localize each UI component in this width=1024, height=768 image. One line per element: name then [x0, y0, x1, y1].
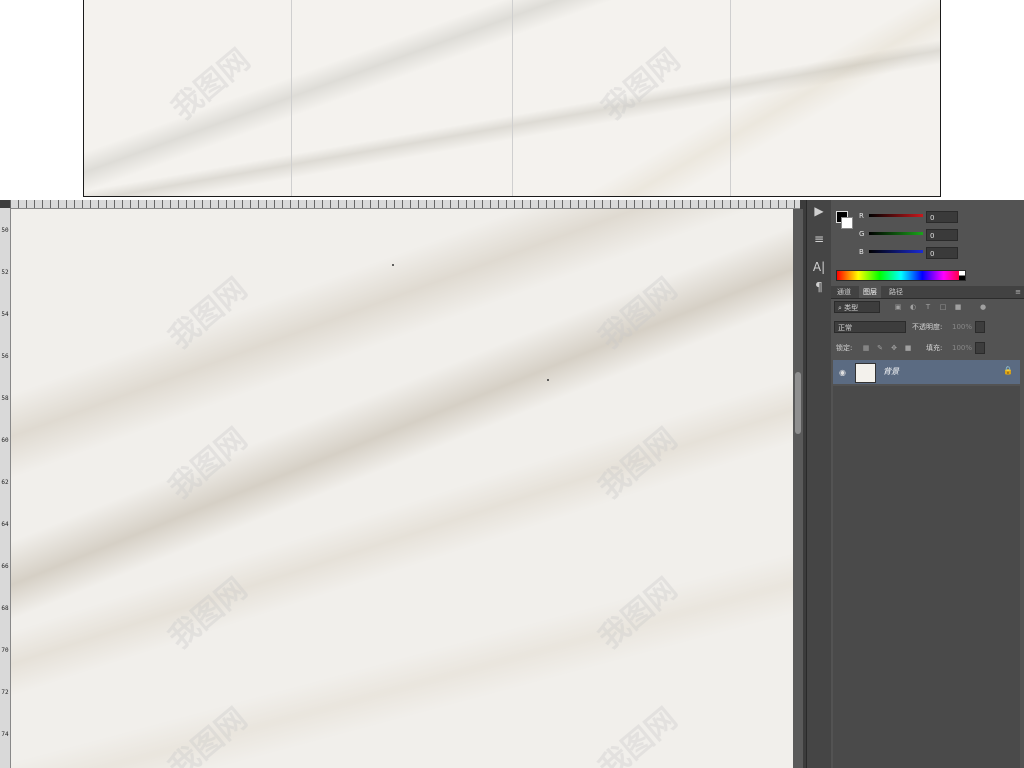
- pixel-filter-icon[interactable]: ▣: [894, 303, 902, 311]
- canvas-speck: [547, 379, 549, 381]
- filter-toggle-icon[interactable]: ●: [979, 303, 987, 311]
- ruler-tick: 56: [1, 353, 9, 360]
- ruler-tick: 66: [1, 563, 9, 570]
- ruler-tick: 58: [1, 395, 9, 402]
- adjustments-icon[interactable]: ≡: [810, 230, 828, 248]
- layer-lock-icon: 🔒: [1003, 366, 1013, 375]
- ruler-tick: 72: [1, 689, 9, 696]
- ruler-tick: 60: [1, 437, 9, 444]
- filter-kind-select[interactable]: ⌕ 类型: [834, 301, 880, 313]
- ruler-tick: 68: [1, 605, 9, 612]
- green-value-input[interactable]: 0: [926, 229, 958, 241]
- fill-value[interactable]: 100%: [952, 342, 972, 354]
- layers-panel-tabs: 通道 图层 路径 ≡: [831, 286, 1024, 299]
- lock-transparent-icon[interactable]: ▦: [862, 344, 870, 352]
- ruler-tick: 52: [1, 269, 9, 276]
- fill-dropdown[interactable]: [975, 342, 985, 354]
- fill-label: 填充:: [926, 344, 943, 352]
- lock-brush-icon[interactable]: ✎: [876, 344, 884, 352]
- watermark: 我图网: [592, 421, 684, 507]
- watermark: 我图网: [165, 42, 257, 128]
- document-canvas[interactable]: 我图网 我图网 我图网 我图网 我图网 我图网 我图网 我图网: [11, 209, 793, 768]
- opacity-label: 不透明度:: [912, 323, 943, 331]
- black-white-swatch[interactable]: [959, 271, 965, 280]
- watermark: 我图网: [592, 701, 684, 768]
- panel-menu-icon[interactable]: ≡: [1015, 288, 1021, 296]
- watermark: 我图网: [595, 42, 687, 128]
- panel-dock-strip: ▶ ≡ A| ¶: [806, 200, 832, 768]
- watermark: 我图网: [162, 271, 254, 357]
- watermark: 我图网: [592, 571, 684, 657]
- watermark: 我图网: [162, 571, 254, 657]
- lock-label: 锁定:: [836, 344, 853, 352]
- blend-row: 正常 不透明度: 100%: [834, 321, 1020, 335]
- canvas-speck: [392, 264, 394, 266]
- opacity-value[interactable]: 100%: [952, 321, 972, 333]
- adjustment-filter-icon[interactable]: ◐: [909, 303, 917, 311]
- panel-divider: [291, 0, 292, 196]
- green-slider[interactable]: [869, 232, 923, 235]
- watermark: 我图网: [162, 701, 254, 768]
- lock-move-icon[interactable]: ✥: [890, 344, 898, 352]
- vertical-scrollbar[interactable]: [793, 209, 803, 768]
- opacity-dropdown[interactable]: [975, 321, 985, 333]
- background-color-swatch[interactable]: [841, 217, 853, 229]
- tab-paths[interactable]: 路径: [885, 286, 907, 298]
- filter-kind-value: 类型: [844, 304, 859, 312]
- ruler-tick: 62: [1, 479, 9, 486]
- visibility-eye-icon[interactable]: ◉: [839, 368, 846, 377]
- right-panels: R 0 G 0 B 0 通道 图层 路径 ≡ ⌕ 类型 ▣ ◐ T □ ■ ● …: [831, 200, 1024, 768]
- lock-all-icon[interactable]: ■: [904, 344, 912, 352]
- ruler-tick: 50: [1, 227, 9, 234]
- paragraph-icon[interactable]: ¶: [810, 278, 828, 296]
- panel-divider: [512, 0, 513, 196]
- lock-row: 锁定: ▦ ✎ ✥ ■ 填充: 100%: [834, 342, 1020, 356]
- photoshop-window: 50 52 54 56 58 60 62 64 66 68 70 72 74 我…: [0, 200, 1024, 768]
- blue-slider[interactable]: [869, 250, 923, 253]
- watermark: 我图网: [592, 271, 684, 357]
- channel-label-r: R: [859, 212, 864, 220]
- panel-divider: [730, 0, 731, 196]
- red-slider[interactable]: [869, 214, 923, 217]
- layers-list-empty-area: [833, 386, 1020, 768]
- type-filter-icon[interactable]: T: [924, 303, 932, 311]
- ruler-tick: 74: [1, 731, 9, 738]
- blend-mode-select[interactable]: 正常: [834, 321, 906, 333]
- layer-row[interactable]: ◉ 背景 🔒: [833, 360, 1020, 384]
- vertical-ruler: 50 52 54 56 58 60 62 64 66 68 70 72 74: [0, 208, 11, 768]
- layer-thumbnail: [855, 363, 876, 383]
- tab-channels[interactable]: 通道: [833, 286, 855, 298]
- horizontal-ruler: [10, 200, 800, 209]
- scrollbar-thumb[interactable]: [795, 372, 801, 434]
- preview-image: 我图网 我图网: [83, 0, 941, 197]
- red-value-input[interactable]: 0: [926, 211, 958, 223]
- blue-value-input[interactable]: 0: [926, 247, 958, 259]
- shape-filter-icon[interactable]: □: [939, 303, 947, 311]
- ruler-tick: 54: [1, 311, 9, 318]
- layer-filter-row: ⌕ 类型 ▣ ◐ T □ ■ ●: [834, 301, 1020, 315]
- channel-label-b: B: [859, 248, 864, 256]
- color-spectrum[interactable]: [836, 270, 966, 281]
- smart-object-filter-icon[interactable]: ■: [954, 303, 962, 311]
- ruler-tick: 70: [1, 647, 9, 654]
- channel-label-g: G: [859, 230, 865, 238]
- watermark: 我图网: [162, 421, 254, 507]
- play-icon[interactable]: ▶: [810, 202, 828, 220]
- character-icon[interactable]: A|: [810, 258, 828, 276]
- ruler-tick: 64: [1, 521, 9, 528]
- layer-name[interactable]: 背景: [883, 366, 899, 377]
- tab-layers[interactable]: 图层: [859, 286, 881, 298]
